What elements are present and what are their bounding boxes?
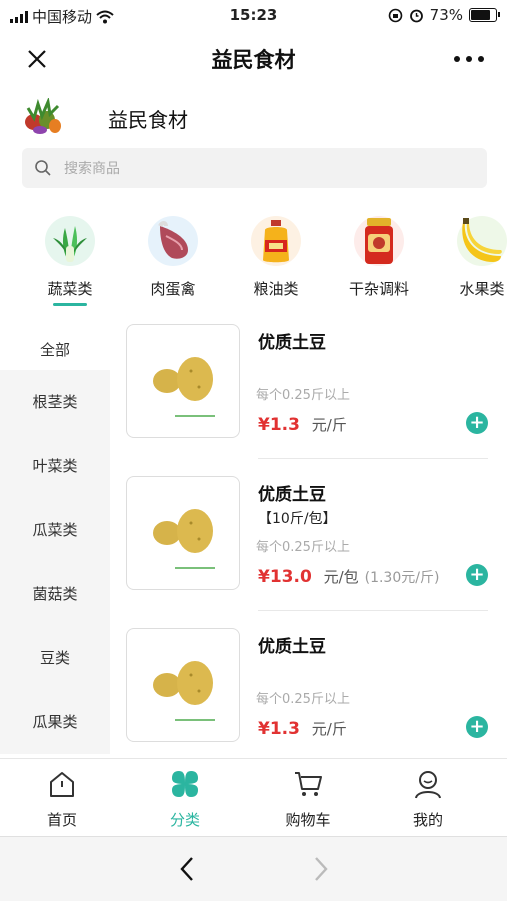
- home-icon: [50, 772, 74, 797]
- product-name[interactable]: 优质土豆: [258, 632, 326, 657]
- tab-label: 购物车: [285, 811, 331, 829]
- cart-icon: [295, 772, 322, 796]
- tab-profile[interactable]: 我的: [388, 769, 468, 830]
- product-price: ¥1.3 元/斤: [258, 414, 347, 435]
- rotation-lock-icon: [388, 8, 402, 22]
- divider: [258, 610, 488, 611]
- add-to-cart-button[interactable]: +: [466, 716, 488, 738]
- price-value: ¥1.3: [258, 415, 300, 435]
- category-dry-seasoning[interactable]: 干杂调料: [339, 216, 419, 299]
- price-unit: 元/包: [323, 568, 359, 586]
- category-grain-oil[interactable]: 粮油类: [236, 216, 316, 299]
- subcategory-mushroom[interactable]: 菌菇类: [0, 562, 110, 626]
- tab-label: 我的: [412, 811, 443, 829]
- subcategory-leaf[interactable]: 叶菜类: [0, 434, 110, 498]
- tab-label: 分类: [169, 811, 200, 829]
- product-price: ¥13.0 元/包 (1.30元/斤): [258, 566, 439, 587]
- category-meat[interactable]: 肉蛋禽: [133, 216, 213, 299]
- product-min-order: 每个0.25斤以上: [256, 540, 350, 555]
- search-input[interactable]: [62, 148, 466, 190]
- category-label: 水果类: [459, 280, 505, 298]
- meat-icon: [148, 216, 198, 266]
- product-min-order: 每个0.25斤以上: [256, 692, 350, 707]
- price-value: ¥13.0: [258, 567, 312, 587]
- price-unit: 元/斤: [311, 720, 347, 738]
- unit-price: (1.30元/斤): [364, 570, 440, 586]
- subcategory-menu: 全部 根茎类 叶菜类 瓜菜类 菌菇类 豆类 瓜果类: [0, 318, 110, 758]
- title-bar: 益民食材: [0, 30, 507, 86]
- search-bar[interactable]: [22, 148, 487, 190]
- oil-icon: [251, 216, 301, 266]
- status-bar: 中国移动 15:23 73%: [0, 0, 507, 30]
- battery-percent: 73%: [429, 6, 463, 24]
- vegetable-icon: [45, 216, 95, 266]
- shop-logo: [22, 98, 62, 136]
- tab-cart[interactable]: 购物车: [268, 769, 348, 830]
- forward-icon[interactable]: [310, 855, 330, 883]
- category-label: 肉蛋禽: [150, 280, 196, 298]
- status-right: 73%: [388, 6, 500, 24]
- product-name[interactable]: 优质土豆: [258, 328, 326, 353]
- active-underline: [53, 303, 87, 306]
- battery-icon: [469, 8, 500, 22]
- tab-label: 首页: [46, 811, 77, 829]
- tab-category[interactable]: 分类: [145, 769, 225, 830]
- profile-icon: [415, 771, 441, 799]
- sauce-jar-icon: [354, 216, 404, 266]
- add-to-cart-button[interactable]: +: [466, 564, 488, 586]
- more-icon[interactable]: [451, 44, 487, 74]
- price-value: ¥1.3: [258, 719, 300, 739]
- category-label: 粮油类: [253, 280, 299, 298]
- banana-icon: [457, 216, 507, 266]
- potato-icon: [153, 357, 215, 417]
- category-label: 干杂调料: [348, 280, 409, 298]
- back-icon[interactable]: [178, 855, 198, 883]
- tab-bar: 首页 分类 购物车 我的: [0, 758, 507, 837]
- product-image[interactable]: [126, 628, 240, 742]
- alarm-icon: [409, 9, 423, 22]
- product-image[interactable]: [126, 476, 240, 590]
- category-label: 蔬菜类: [47, 280, 93, 298]
- price-unit: 元/斤: [311, 416, 347, 434]
- subcategory-beans[interactable]: 豆类: [0, 626, 110, 690]
- tab-home[interactable]: 首页: [22, 769, 102, 830]
- search-icon: [35, 160, 51, 176]
- product-min-order: 每个0.25斤以上: [256, 388, 350, 403]
- divider: [258, 458, 488, 459]
- product-spec: 【10斤/包】: [258, 511, 337, 527]
- add-to-cart-button[interactable]: +: [466, 412, 488, 434]
- product-price: ¥1.3 元/斤: [258, 718, 347, 739]
- category-vegetables[interactable]: 蔬菜类: [30, 216, 110, 306]
- subcategory-root[interactable]: 根茎类: [0, 370, 110, 434]
- shop-name: 益民食材: [108, 108, 188, 132]
- product-image[interactable]: [126, 324, 240, 438]
- browser-nav-bar: [0, 836, 507, 901]
- product-name[interactable]: 优质土豆: [258, 480, 326, 505]
- subcategory-melon-veg[interactable]: 瓜菜类: [0, 498, 110, 562]
- category-fruit[interactable]: 水果类: [442, 216, 507, 299]
- page-title: 益民食材: [211, 48, 296, 72]
- category-icon: [172, 771, 198, 797]
- subcategory-gourd-fruit[interactable]: 瓜果类: [0, 690, 110, 754]
- potato-icon: [153, 509, 215, 569]
- potato-icon: [153, 661, 215, 721]
